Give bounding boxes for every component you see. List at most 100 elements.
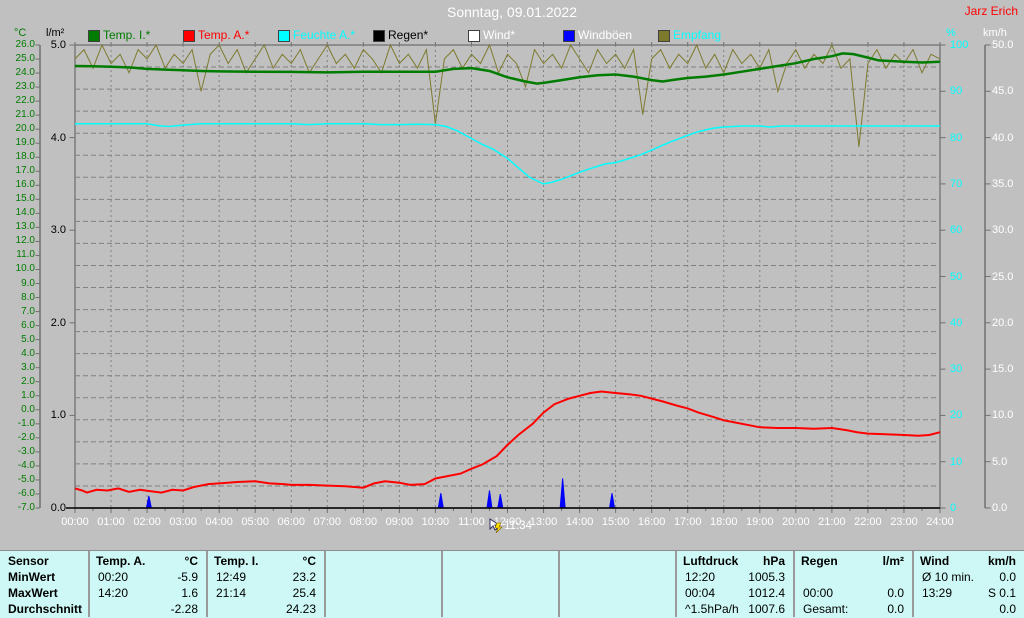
- table-cell-value: 23.2: [206, 569, 316, 585]
- table-col-unit: l/m²: [793, 553, 904, 569]
- temp-axis-label: 16.0: [0, 179, 35, 191]
- wind-gust-spike: [498, 494, 503, 508]
- temp-axis-label: 10.0: [0, 263, 35, 275]
- temp-axis-label: 19.0: [0, 137, 35, 149]
- humidity-axis-label: 30: [950, 363, 980, 375]
- table-cell-value: S 0.1: [912, 585, 1016, 601]
- wind-gust-spike: [438, 493, 443, 508]
- wind-axis-label: 35.0: [992, 178, 1024, 190]
- humidity-axis-label: 100: [950, 39, 980, 51]
- table-cell-value: 0.0: [793, 601, 904, 617]
- table-cell-value: 1007.6: [675, 601, 785, 617]
- table-column-separator: [441, 551, 443, 617]
- humidity-axis-label: 50: [950, 271, 980, 283]
- temp-axis-label: 12.0: [0, 235, 35, 247]
- table-col-unit: °C: [206, 553, 316, 569]
- temp-axis-label: 14.0: [0, 207, 35, 219]
- temp-axis-label: 9.0: [0, 278, 35, 290]
- humidity-axis-label: 0: [950, 502, 980, 514]
- temp-axis-label: -6.0: [0, 488, 35, 500]
- wind-axis-label: 30.0: [992, 224, 1024, 236]
- table-cell-value: 1.6: [88, 585, 198, 601]
- temp-axis-label: -3.0: [0, 446, 35, 458]
- temp-axis-label: 18.0: [0, 151, 35, 163]
- wind-gust-spike: [487, 490, 492, 508]
- temp-axis-label: 3.0: [0, 362, 35, 374]
- wind-axis-label: 50.0: [992, 39, 1024, 51]
- temp-axis-label: 8.0: [0, 292, 35, 304]
- table-cell-value: 1005.3: [675, 569, 785, 585]
- rain-axis-label: 3.0: [40, 224, 66, 236]
- temp-axis-label: -4.0: [0, 460, 35, 472]
- table-cell-value: 0.0: [793, 585, 904, 601]
- temp-axis-label: 20.0: [0, 123, 35, 135]
- rain-axis-label: 5.0: [40, 39, 66, 51]
- table-cell-value: 0.0: [912, 601, 1016, 617]
- temp-axis-label: 13.0: [0, 221, 35, 233]
- humidity-axis-label: 90: [950, 85, 980, 97]
- humidity-axis-label: 70: [950, 178, 980, 190]
- table-row-header: Sensor: [8, 553, 84, 569]
- temp-axis-label: 26.0: [0, 39, 35, 51]
- wind-axis-label: 45.0: [992, 85, 1024, 97]
- weather-chart-plot[interactable]: [0, 0, 1024, 548]
- temp-axis-label: 2.0: [0, 376, 35, 388]
- table-row-header: MinWert: [8, 569, 84, 585]
- cursor-marker-icon: [489, 518, 504, 533]
- temp-axis-label: 22.0: [0, 95, 35, 107]
- table-cell-value: -2.28: [88, 601, 198, 617]
- rain-axis-label: 0.0: [40, 502, 66, 514]
- table-col-unit: km/h: [912, 553, 1016, 569]
- table-cell-value: 1012.4: [675, 585, 785, 601]
- temp-axis-label: 23.0: [0, 81, 35, 93]
- wind-axis-label: 0.0: [992, 502, 1024, 514]
- table-col-unit: °C: [88, 553, 198, 569]
- table-cell-value: 25.4: [206, 585, 316, 601]
- wind-axis-label: 10.0: [992, 409, 1024, 421]
- wind-axis-label: 15.0: [992, 363, 1024, 375]
- temp-axis-label: 17.0: [0, 165, 35, 177]
- wind-axis-label: 25.0: [992, 271, 1024, 283]
- wind-gust-spike: [146, 496, 151, 508]
- temp-axis-label: 6.0: [0, 320, 35, 332]
- table-row-header: MaxWert: [8, 585, 84, 601]
- temp-axis-label: 25.0: [0, 53, 35, 65]
- statistics-table: SensorMinWertMaxWertDurchschnittTemp. A.…: [0, 550, 1024, 618]
- humidity-axis-label: 40: [950, 317, 980, 329]
- rain-axis-label: 4.0: [40, 132, 66, 144]
- wind-axis-label: 40.0: [992, 132, 1024, 144]
- x-axis-label: 24:00: [919, 516, 961, 529]
- cursor-time-label: 11:34: [504, 520, 532, 532]
- temp-axis-label: 7.0: [0, 306, 35, 318]
- table-row-header: Durchschnitt: [8, 601, 84, 617]
- rain-axis-label: 1.0: [40, 409, 66, 421]
- wind-gust-spike: [560, 478, 565, 508]
- temp-axis-label: -1.0: [0, 418, 35, 430]
- temp-axis-label: -5.0: [0, 474, 35, 486]
- wind-axis-label: 5.0: [992, 456, 1024, 468]
- temp-inside-line: [75, 53, 940, 83]
- rain-axis-label: 2.0: [40, 317, 66, 329]
- humidity-axis-label: 20: [950, 409, 980, 421]
- temp-axis-label: 4.0: [0, 348, 35, 360]
- humidity-axis-label: 60: [950, 224, 980, 236]
- temp-axis-label: 24.0: [0, 67, 35, 79]
- humidity-axis-label: 10: [950, 456, 980, 468]
- wind-axis-label: 20.0: [992, 317, 1024, 329]
- table-cell-value: -5.9: [88, 569, 198, 585]
- table-column-separator: [558, 551, 560, 617]
- temp-axis-label: 5.0: [0, 334, 35, 346]
- wind-gust-spike: [610, 493, 615, 508]
- temp-axis-label: 1.0: [0, 390, 35, 402]
- weather-app-window: Sonntag, 09.01.2022 Jarz Erich °C l/m² %…: [0, 0, 1024, 618]
- temp-axis-label: 21.0: [0, 109, 35, 121]
- temp-axis-label: -2.0: [0, 432, 35, 444]
- table-cell-value: 0.0: [912, 569, 1016, 585]
- temp-axis-label: 0.0: [0, 404, 35, 416]
- temp-axis-label: 15.0: [0, 193, 35, 205]
- humidity-axis-label: 80: [950, 132, 980, 144]
- temp-axis-label: -7.0: [0, 502, 35, 514]
- table-column-separator: [324, 551, 326, 617]
- table-col-unit: hPa: [675, 553, 785, 569]
- temp-axis-label: 11.0: [0, 249, 35, 261]
